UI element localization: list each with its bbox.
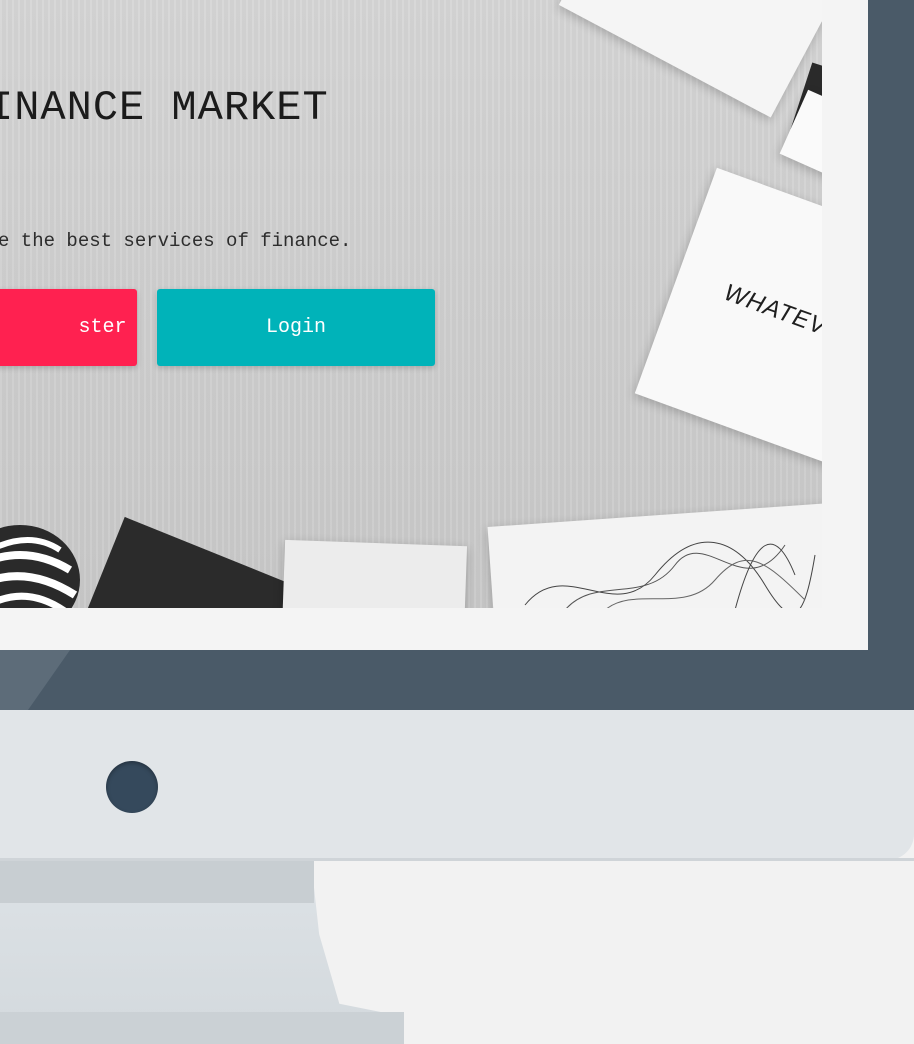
- scribble-drawing: [524, 541, 816, 608]
- decor-paper-top: [558, 0, 822, 118]
- camera-icon: [106, 761, 158, 813]
- decor-paper-whatever: WHATEV: [634, 167, 822, 483]
- stand-base: [0, 1012, 404, 1044]
- hero-title: INANCE MARKET: [0, 84, 329, 132]
- hero-section: WHATEV INANCE MARKET e the best services…: [0, 0, 822, 608]
- screen-frame: WHATEV INANCE MARKET e the best services…: [0, 0, 868, 650]
- swirl-decoration: [0, 525, 80, 608]
- hero-subtitle: e the best services of finance.: [0, 230, 352, 252]
- decor-paper-small: [779, 89, 822, 191]
- stand-neck-shade: [0, 861, 314, 903]
- decor-paper-bottom-mid: [280, 539, 468, 608]
- login-button[interactable]: Login: [157, 289, 435, 366]
- login-button-label: Login: [265, 316, 326, 339]
- register-button-label: ster: [78, 316, 127, 339]
- register-button[interactable]: ster: [0, 289, 137, 366]
- decor-dark-paper: [79, 516, 311, 608]
- paper-text: WHATEV: [720, 278, 822, 341]
